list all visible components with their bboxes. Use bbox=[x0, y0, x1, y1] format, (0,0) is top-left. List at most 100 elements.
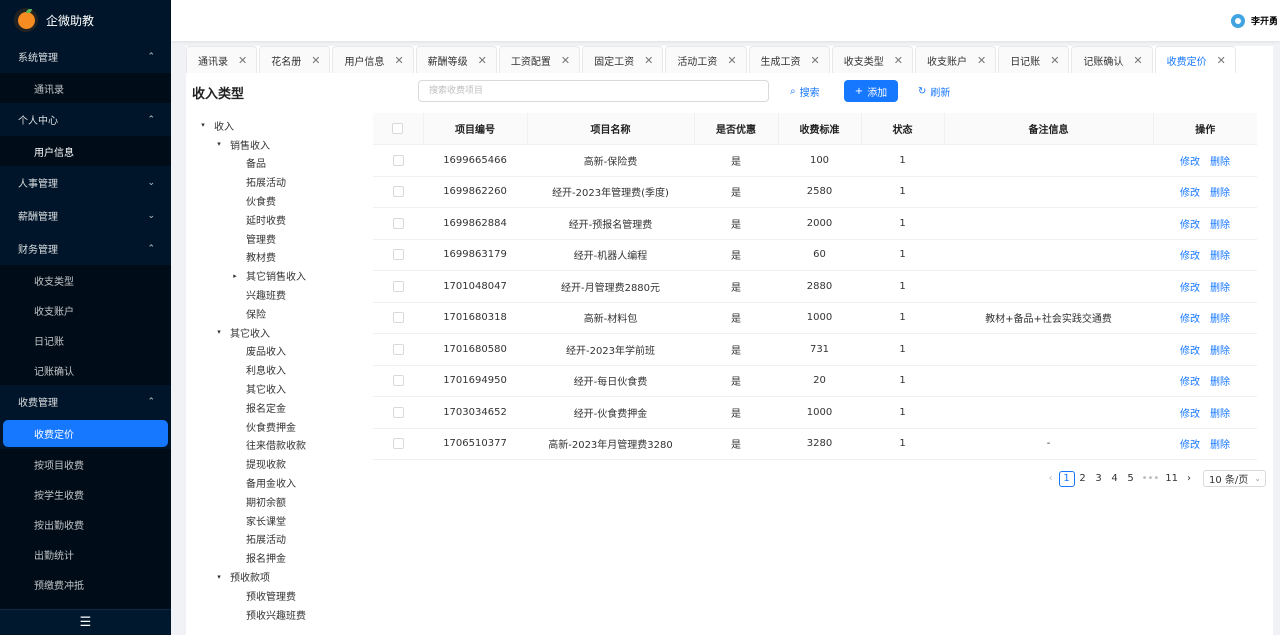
tree-node-label[interactable]: 伙食费押金 bbox=[246, 419, 296, 434]
delete-link[interactable]: 删除 bbox=[1210, 283, 1230, 294]
tree-node[interactable]: ▾ 销售收入 bbox=[198, 135, 368, 154]
tree-node[interactable]: ▾ 其它收入 bbox=[198, 323, 368, 342]
page-3[interactable]: 3 bbox=[1091, 471, 1107, 487]
tree-node[interactable]: 往来借款收款 bbox=[198, 436, 368, 455]
tree-node-label[interactable]: 报名定金 bbox=[246, 400, 286, 415]
tree-node-label[interactable]: 废品收入 bbox=[246, 343, 286, 358]
tree-node[interactable]: 教材费 bbox=[198, 248, 368, 267]
tab-8[interactable]: 收支类型 ✕ bbox=[831, 46, 913, 73]
sidebar-item-5-2[interactable]: 按学生收费 bbox=[0, 479, 171, 509]
tree-node-label[interactable]: 预收兴趣班费 bbox=[246, 607, 306, 622]
edit-link[interactable]: 修改 bbox=[1180, 188, 1200, 199]
delete-link[interactable]: 删除 bbox=[1210, 377, 1230, 388]
tree-node[interactable]: 备品 bbox=[198, 154, 368, 173]
row-checkbox[interactable] bbox=[373, 176, 423, 208]
close-icon[interactable]: ✕ bbox=[1050, 54, 1059, 67]
sidebar-item-4-2[interactable]: 日记账 bbox=[0, 325, 171, 355]
prev-page-button[interactable]: ‹ bbox=[1043, 471, 1059, 487]
delete-link[interactable]: 删除 bbox=[1210, 188, 1230, 199]
tab-4[interactable]: 工资配置 ✕ bbox=[498, 46, 581, 73]
tree-node[interactable]: ▾ 收入 bbox=[198, 116, 368, 135]
tree-node[interactable]: 伙食费押金 bbox=[198, 417, 368, 436]
close-icon[interactable]: ✕ bbox=[238, 54, 247, 67]
row-checkbox[interactable] bbox=[373, 428, 423, 460]
row-checkbox[interactable] bbox=[373, 333, 423, 366]
row-checkbox[interactable] bbox=[373, 144, 423, 177]
tree-node[interactable]: 延时收费 bbox=[198, 210, 368, 229]
tree-node[interactable]: 拓展活动 bbox=[198, 530, 368, 549]
sidebar-group-2[interactable]: 人事管理 ⌄ bbox=[0, 166, 171, 199]
tree-node[interactable]: 兴趣班费 bbox=[198, 285, 368, 304]
tree-node[interactable]: 其它收入 bbox=[198, 379, 368, 398]
edit-link[interactable]: 修改 bbox=[1180, 251, 1200, 262]
tab-3[interactable]: 薪酬等级 ✕ bbox=[415, 46, 497, 73]
tree-node[interactable]: ▾ 预收款项 bbox=[198, 567, 368, 586]
sidebar-item-5-6[interactable]: 收款统计 bbox=[0, 599, 171, 609]
tree-node[interactable]: 报名定金 bbox=[198, 398, 368, 417]
delete-link[interactable]: 删除 bbox=[1210, 157, 1230, 168]
sidebar-group-4[interactable]: 财务管理 ⌃ bbox=[0, 232, 171, 265]
edit-link[interactable]: 修改 bbox=[1180, 346, 1200, 357]
refresh-button[interactable]: ↻ 刷新 bbox=[910, 80, 958, 102]
tree-node-label[interactable]: 教材费 bbox=[246, 249, 276, 264]
row-checkbox[interactable] bbox=[373, 302, 423, 334]
avatar[interactable] bbox=[1230, 13, 1245, 28]
close-icon[interactable]: ✕ bbox=[1133, 54, 1142, 67]
close-icon[interactable]: ✕ bbox=[894, 54, 903, 67]
tree-node[interactable]: 预收管理费 bbox=[198, 586, 368, 605]
tab-10[interactable]: 日记账 ✕ bbox=[998, 46, 1070, 73]
sidebar-group-0[interactable]: 系统管理 ⌃ bbox=[0, 40, 171, 73]
delete-link[interactable]: 删除 bbox=[1210, 346, 1230, 357]
select-all-checkbox[interactable] bbox=[373, 113, 424, 145]
sidebar-group-3[interactable]: 薪酬管理 ⌄ bbox=[0, 199, 171, 232]
sidebar-item-5-1[interactable]: 按项目收费 bbox=[0, 449, 171, 479]
tab-0[interactable]: 通讯录 ✕ bbox=[186, 46, 258, 73]
close-icon[interactable]: ✕ bbox=[311, 54, 320, 67]
tree-node[interactable]: 家长课堂 bbox=[198, 511, 368, 530]
sidebar-group-5[interactable]: 收费管理 ⌃ bbox=[0, 385, 171, 418]
close-icon[interactable]: ✕ bbox=[977, 54, 986, 67]
add-button[interactable]: + 添加 bbox=[844, 80, 898, 102]
sidebar-item-5-5[interactable]: 预缴费冲抵 bbox=[0, 569, 171, 599]
tree-node[interactable]: ▸ 其它销售收入 bbox=[198, 266, 368, 285]
tree-node-label[interactable]: 伙食费 bbox=[246, 193, 276, 208]
tab-2[interactable]: 用户信息 ✕ bbox=[332, 46, 414, 73]
tree-node-label[interactable]: 家长课堂 bbox=[246, 513, 286, 528]
tree-node[interactable]: 利息收入 bbox=[198, 360, 368, 379]
tree-node-label[interactable]: 备品 bbox=[246, 155, 266, 170]
tab-12[interactable]: 收费定价 ✕ bbox=[1154, 46, 1236, 73]
tree-node[interactable]: 拓展活动 bbox=[198, 172, 368, 191]
page-1[interactable]: 1 bbox=[1058, 470, 1075, 487]
tree-node[interactable]: 预收兴趣班费 bbox=[198, 605, 368, 624]
tree-node-label[interactable]: 报名押金 bbox=[246, 550, 286, 565]
edit-link[interactable]: 修改 bbox=[1180, 220, 1200, 231]
sidebar-item-5-0[interactable]: 收费定价 bbox=[3, 420, 168, 447]
tree-node[interactable]: 管理费 bbox=[198, 229, 368, 248]
sidebar-group-1[interactable]: 个人中心 ⌃ bbox=[0, 103, 171, 136]
tree-node[interactable]: 报名押金 bbox=[198, 548, 368, 567]
page-size-select[interactable]: 10 条/页 ⌄ bbox=[1203, 470, 1266, 487]
sidebar-item-4-3[interactable]: 记账确认 bbox=[0, 355, 171, 385]
caret-icon[interactable]: ▾ bbox=[214, 328, 224, 336]
user-menu[interactable]: 李开勇 bbox=[1230, 0, 1280, 41]
tab-6[interactable]: 活动工资 ✕ bbox=[665, 46, 747, 73]
row-checkbox[interactable] bbox=[373, 239, 423, 271]
row-checkbox[interactable] bbox=[373, 365, 423, 397]
sidebar-item-4-1[interactable]: 收支账户 bbox=[0, 295, 171, 325]
tree-node[interactable]: 备用金收入 bbox=[198, 473, 368, 492]
delete-link[interactable]: 删除 bbox=[1210, 409, 1230, 420]
delete-link[interactable]: 删除 bbox=[1210, 314, 1230, 325]
close-icon[interactable]: ✕ bbox=[1217, 54, 1226, 67]
tree-node[interactable]: 伙食费 bbox=[198, 191, 368, 210]
tree-node-label[interactable]: 预收管理费 bbox=[246, 588, 296, 603]
row-checkbox[interactable] bbox=[373, 207, 423, 240]
close-icon[interactable]: ✕ bbox=[561, 54, 570, 67]
tree-node[interactable]: 保险 bbox=[198, 304, 368, 323]
tab-7[interactable]: 生成工资 ✕ bbox=[748, 46, 830, 73]
tree-node-label[interactable]: 利息收入 bbox=[246, 362, 286, 377]
next-page-button[interactable]: › bbox=[1181, 471, 1197, 487]
tree-node-label[interactable]: 提现收款 bbox=[246, 456, 286, 471]
ellipsis-icon[interactable]: ••• bbox=[1139, 471, 1163, 487]
page-last[interactable]: 11 bbox=[1162, 471, 1181, 487]
sidebar-item-5-4[interactable]: 出勤统计 bbox=[0, 539, 171, 569]
